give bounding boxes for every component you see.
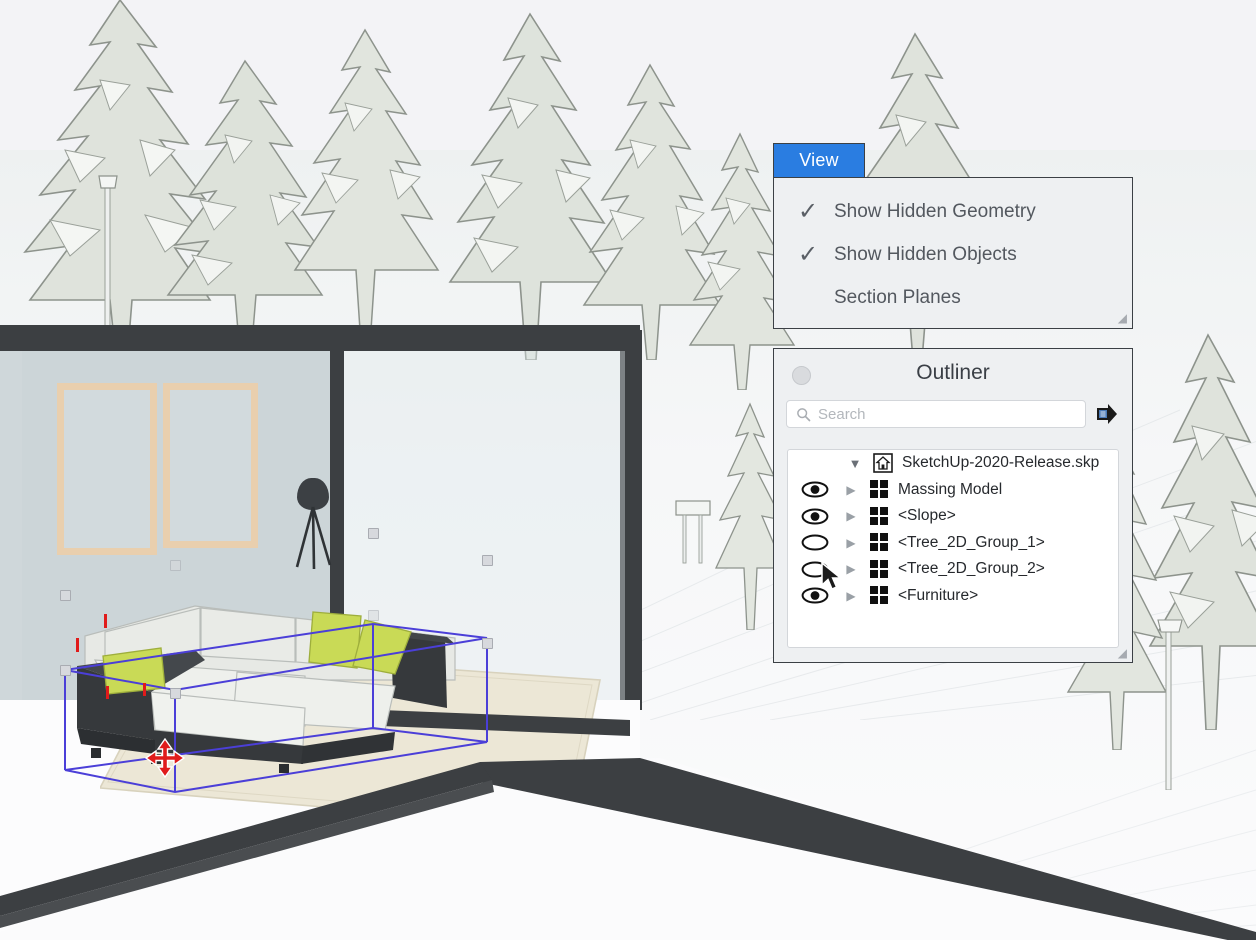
move-tool-cursor [145,738,185,778]
collapse-dot-icon[interactable] [792,366,811,385]
group-icon [866,586,892,605]
outliner-row-furniture[interactable]: ▶ <Furniture> [788,583,1118,610]
chevron-down-icon[interactable]: ▼ [840,456,870,471]
menu-resize-grip[interactable]: ◢ [1118,311,1127,325]
inference-tick [143,683,146,696]
chevron-right-icon[interactable]: ▶ [836,562,866,576]
outliner-row-massing-model[interactable]: ▶ Massing Model [788,477,1118,504]
search-input[interactable]: Search [786,400,1086,428]
group-icon [866,480,892,499]
outliner-row-label: <Slope> [898,507,956,525]
chevron-right-icon[interactable]: ▶ [836,509,866,523]
outliner-row-slope[interactable]: ▶ <Slope> [788,503,1118,530]
outliner-search-row: Search [774,397,1132,431]
outliner-tree[interactable]: ▼ SketchUp-2020-Release.skp ▶ Massing Mo… [787,449,1119,648]
panel-resize-grip[interactable]: ◢ [1118,646,1127,660]
selection-grip[interactable] [368,610,379,621]
group-icon [866,559,892,579]
inference-tick [104,614,107,628]
menu-item-section-planes[interactable]: Section Planes [774,276,1132,319]
selection-grip[interactable] [482,638,493,649]
outliner-row-label: <Furniture> [898,586,979,604]
selection-grip[interactable] [482,555,493,566]
outliner-row-label: <Tree_2D_Group_2> [898,560,1045,578]
search-placeholder: Search [818,405,866,423]
group-icon [866,533,892,552]
outliner-row-label: <Tree_2D_Group_1> [898,533,1045,551]
view-menu-tab-label: View [799,150,839,170]
selection-grip[interactable] [368,528,379,539]
selection-grip[interactable] [170,560,181,571]
selection-grip[interactable] [60,665,71,676]
eye-hidden-icon[interactable] [794,561,836,578]
outliner-row-tree-2d-group-2[interactable]: ▶ <Tree_2D_Group_2> [788,556,1118,583]
group-icon [866,506,892,526]
outliner-root-row[interactable]: ▼ SketchUp-2020-Release.skp [788,450,1118,477]
roof-band [0,325,640,351]
chevron-right-icon[interactable]: ▶ [836,589,866,603]
eye-hidden-icon[interactable] [794,534,836,551]
selection-bounding-box [64,622,488,794]
details-flyout-icon[interactable] [1094,401,1120,427]
inference-tick [76,638,79,652]
search-icon [797,407,811,421]
eye-visible-icon[interactable] [794,587,836,604]
signpost-icon [668,495,718,565]
chevron-right-icon[interactable]: ▶ [836,483,866,497]
outliner-row-tree-2d-group-1[interactable]: ▶ <Tree_2D_Group_1> [788,530,1118,557]
inference-tick [106,686,109,699]
view-dropdown-menu[interactable]: ✓ Show Hidden Geometry ✓ Show Hidden Obj… [773,177,1133,329]
menu-item-show-hidden-objects[interactable]: ✓ Show Hidden Objects [774,233,1132,276]
check-icon: ✓ [798,197,819,225]
selection-grip[interactable] [60,590,71,601]
selection-grip[interactable] [170,688,181,699]
view-menu-tab[interactable]: View [773,143,865,178]
check-icon: ✓ [798,240,819,268]
outliner-panel[interactable]: Outliner Search ▼ SketchUp-2020-Release.… [773,348,1133,663]
home-model-icon [870,453,896,474]
menu-item-label: Show Hidden Objects [834,243,1017,265]
chevron-right-icon[interactable]: ▶ [836,536,866,550]
menu-item-label: Show Hidden Geometry [834,200,1036,222]
eye-visible-icon[interactable] [794,481,836,498]
outliner-header: Outliner [774,349,1132,397]
eye-visible-icon[interactable] [794,508,836,525]
menu-item-label: Section Planes [834,286,961,308]
outliner-title: Outliner [916,361,990,384]
outliner-row-label: Massing Model [898,480,1003,498]
outliner-root-label: SketchUp-2020-Release.skp [902,454,1100,472]
menu-item-show-hidden-geometry[interactable]: ✓ Show Hidden Geometry [774,190,1132,233]
screenshot-root: View ✓ Show Hidden Geometry ✓ Show Hidde… [0,0,1256,940]
